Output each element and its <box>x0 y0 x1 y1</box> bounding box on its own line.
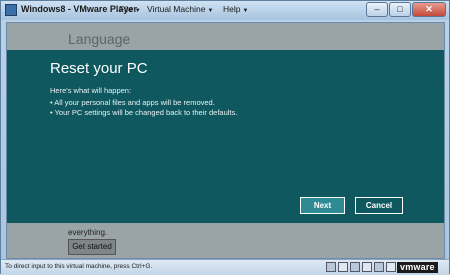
minimize-button[interactable]: – <box>366 2 388 17</box>
menu-help[interactable]: Help ▼ <box>223 4 248 14</box>
chevron-down-icon: ▼ <box>134 8 141 14</box>
dialog-intro: Here's what will happen: <box>50 86 132 95</box>
sound-icon[interactable] <box>386 262 396 272</box>
background-heading: Language <box>68 31 131 47</box>
vmware-logo: vmware <box>397 262 438 273</box>
title-bar: Windows8 - VMware Player File ▼ Virtual M… <box>1 1 449 20</box>
reset-pc-dialog: Reset your PC Here's what will happen: A… <box>7 50 444 223</box>
background-text: everything. <box>68 228 108 237</box>
window-controls: – □ ✕ <box>366 2 446 17</box>
list-item: All your personal files and apps will be… <box>50 98 237 108</box>
dialog-title: Reset your PC <box>50 60 148 77</box>
vmware-player-window: Windows8 - VMware Player File ▼ Virtual M… <box>0 0 450 275</box>
usb-icon[interactable] <box>374 262 384 272</box>
network-icon[interactable] <box>362 262 372 272</box>
get-started-button[interactable]: Get started <box>68 239 116 255</box>
status-text: To direct input to this virtual machine,… <box>5 263 153 270</box>
hdd-icon[interactable] <box>326 262 336 272</box>
list-item: Your PC settings will be changed back to… <box>50 108 238 118</box>
maximize-button[interactable]: □ <box>389 2 411 17</box>
floppy-icon[interactable] <box>350 262 360 272</box>
close-button[interactable]: ✕ <box>412 2 446 17</box>
menu-file[interactable]: File ▼ <box>119 4 141 14</box>
chevron-down-icon: ▼ <box>242 8 249 14</box>
chevron-down-icon: ▼ <box>207 8 214 14</box>
status-bar: To direct input to this virtual machine,… <box>1 259 449 275</box>
dialog-list: All your personal files and apps will be… <box>50 98 237 118</box>
menu-virtual-machine[interactable]: Virtual Machine ▼ <box>147 4 213 14</box>
next-button[interactable]: Next <box>300 197 345 214</box>
device-tray <box>326 262 396 272</box>
cancel-button[interactable]: Cancel <box>355 197 403 214</box>
guest-screen[interactable]: Language Reset your PC Here's what will … <box>6 22 445 259</box>
cd-icon[interactable] <box>338 262 348 272</box>
vmware-app-icon <box>5 4 17 16</box>
